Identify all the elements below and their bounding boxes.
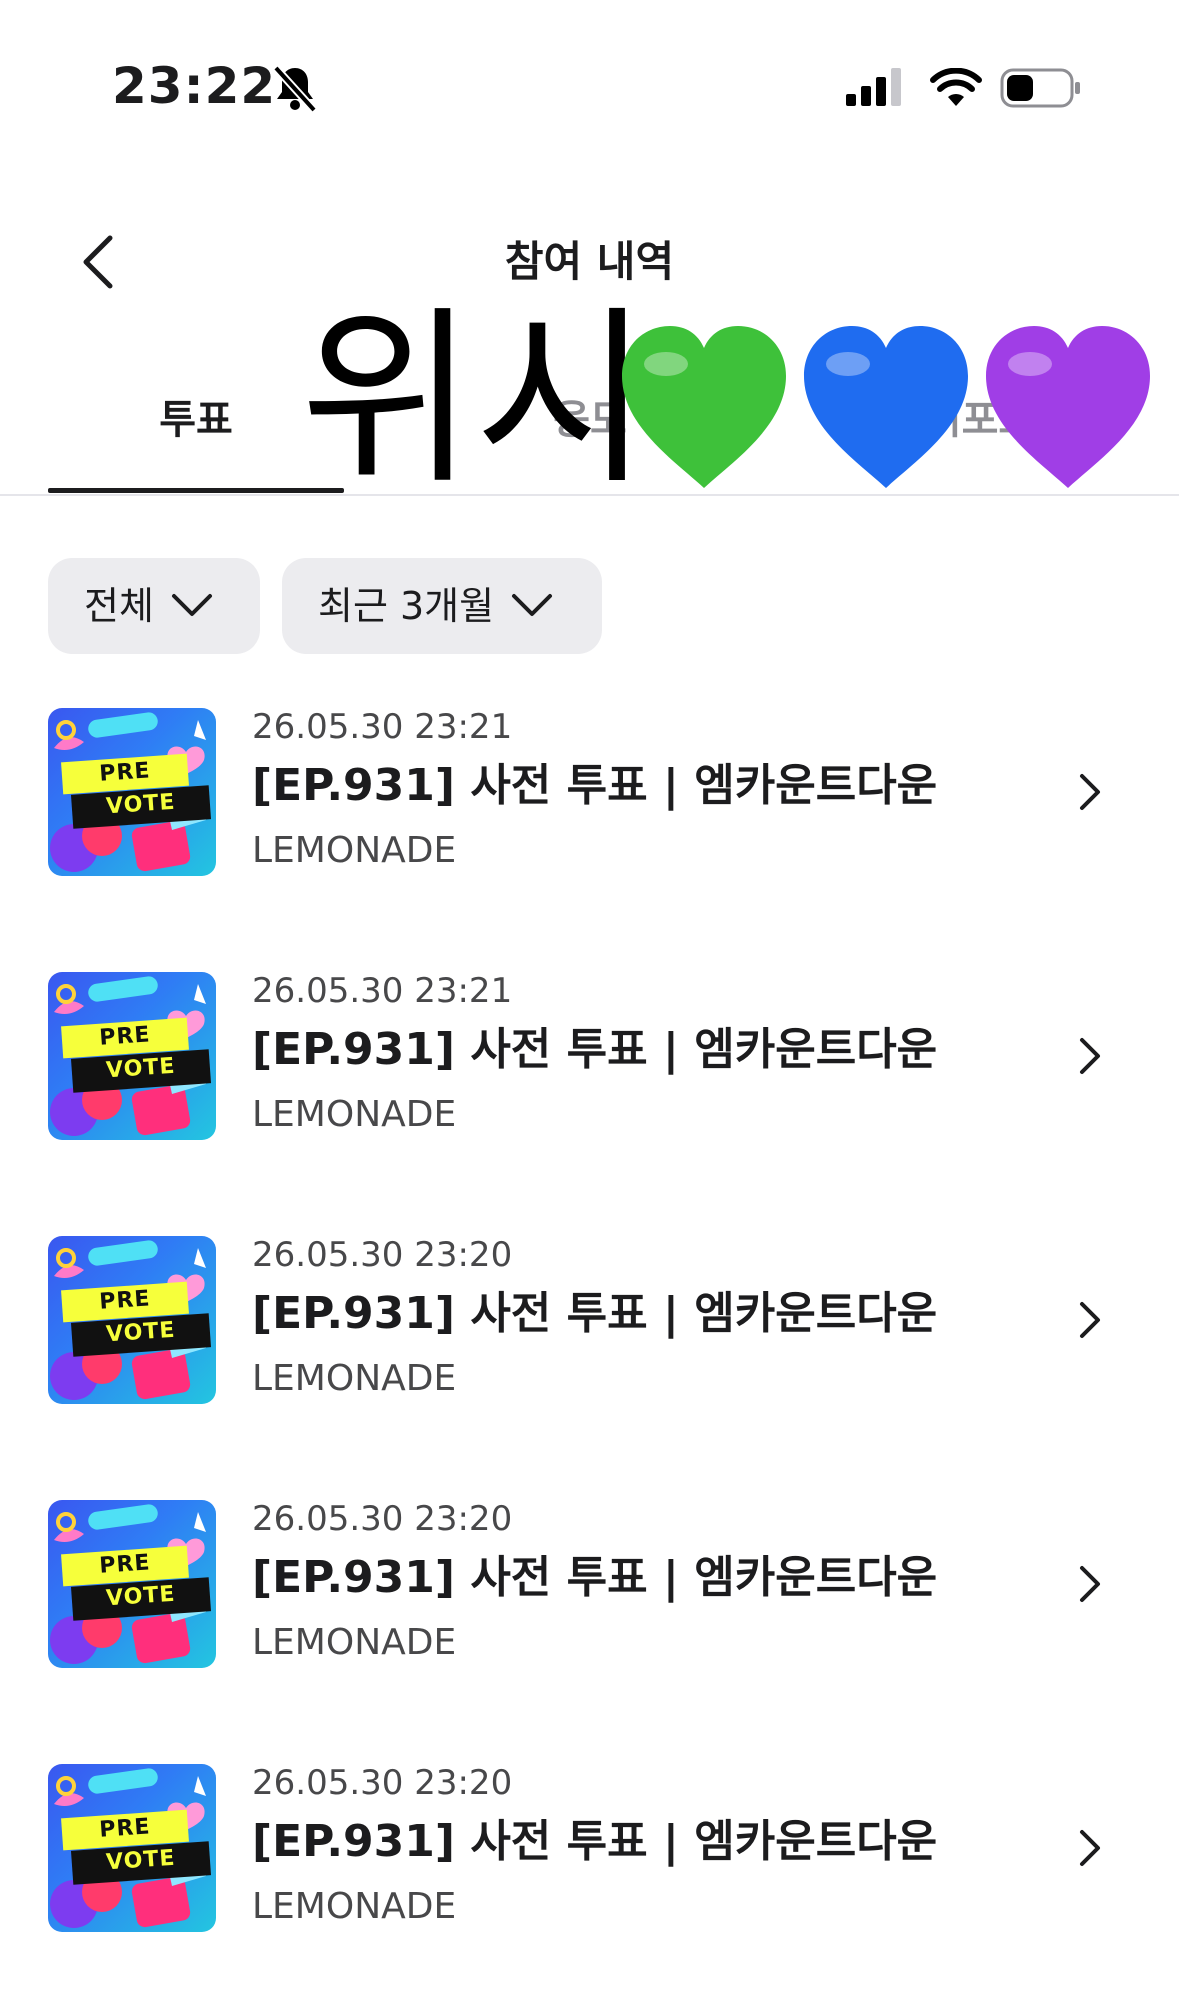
chevron-right-icon bbox=[1080, 1302, 1100, 1338]
list-item[interactable]: PRE VOTE 26.05.30 23:20 [EP.931] 사전 투표 |… bbox=[0, 1235, 1179, 1436]
item-thumbnail: PRE VOTE bbox=[48, 708, 216, 876]
list-item[interactable]: PRE VOTE 26.05.30 23:21 [EP.931] 사전 투표 |… bbox=[0, 707, 1179, 908]
item-thumbnail: PRE VOTE bbox=[48, 1764, 216, 1932]
item-title: [EP.931] 사전 투표 | 엠카운트다운 bbox=[252, 760, 938, 811]
item-title: [EP.931] 사전 투표 | 엠카운트다운 bbox=[252, 1288, 938, 1339]
filter-period-dropdown[interactable]: 최근 3개월 bbox=[282, 558, 602, 654]
wifi-icon bbox=[930, 68, 982, 106]
list-item[interactable]: PRE VOTE 26.05.30 23:20 [EP.931] 사전 투표 |… bbox=[0, 1763, 1179, 1964]
item-artist: LEMONADE bbox=[252, 830, 457, 871]
chevron-down-icon bbox=[512, 594, 553, 616]
item-date: 26.05.30 23:21 bbox=[252, 707, 513, 747]
item-artist: LEMONADE bbox=[252, 1094, 457, 1135]
chevron-down-icon bbox=[171, 594, 212, 616]
item-date: 26.05.30 23:20 bbox=[252, 1763, 513, 1803]
item-date: 26.05.30 23:20 bbox=[252, 1235, 513, 1275]
filter-category-label: 전체 bbox=[84, 584, 154, 628]
item-thumbnail: PRE VOTE bbox=[48, 1236, 216, 1404]
purple-heart-icon bbox=[986, 326, 1150, 488]
page-title: 참여 내역 bbox=[504, 237, 675, 286]
item-title: [EP.931] 사전 투표 | 엠카운트다운 bbox=[252, 1024, 938, 1075]
bell-slash-icon bbox=[273, 65, 317, 112]
chevron-right-icon bbox=[1080, 774, 1100, 810]
item-date: 26.05.30 23:21 bbox=[252, 971, 513, 1011]
list-item[interactable]: PRE VOTE 26.05.30 23:21 [EP.931] 사전 투표 |… bbox=[0, 971, 1179, 1172]
blue-heart-icon bbox=[804, 326, 968, 488]
chevron-right-icon bbox=[1080, 1566, 1100, 1602]
item-title: [EP.931] 사전 투표 | 엠카운트다운 bbox=[252, 1552, 938, 1603]
item-date: 26.05.30 23:20 bbox=[252, 1499, 513, 1539]
item-thumbnail: PRE VOTE bbox=[48, 972, 216, 1140]
sticker-text: 위시 bbox=[300, 289, 650, 510]
chevron-right-icon bbox=[1080, 1830, 1100, 1866]
filter-period-label: 최근 3개월 bbox=[318, 584, 495, 628]
item-title: [EP.931] 사전 투표 | 엠카운트다운 bbox=[252, 1816, 938, 1867]
battery-icon bbox=[1000, 68, 1080, 108]
list-item[interactable]: PRE VOTE 26.05.30 23:20 [EP.931] 사전 투표 |… bbox=[0, 1499, 1179, 1700]
item-artist: LEMONADE bbox=[252, 1358, 457, 1399]
cellular-signal-icon bbox=[846, 68, 901, 106]
item-artist: LEMONADE bbox=[252, 1886, 457, 1927]
chevron-right-icon bbox=[1080, 1038, 1100, 1074]
item-thumbnail: PRE VOTE bbox=[48, 1500, 216, 1668]
green-heart-icon bbox=[622, 326, 786, 488]
filter-category-dropdown[interactable]: 전체 bbox=[48, 558, 260, 654]
item-artist: LEMONADE bbox=[252, 1622, 457, 1663]
status-time: 23:22 bbox=[112, 57, 277, 115]
